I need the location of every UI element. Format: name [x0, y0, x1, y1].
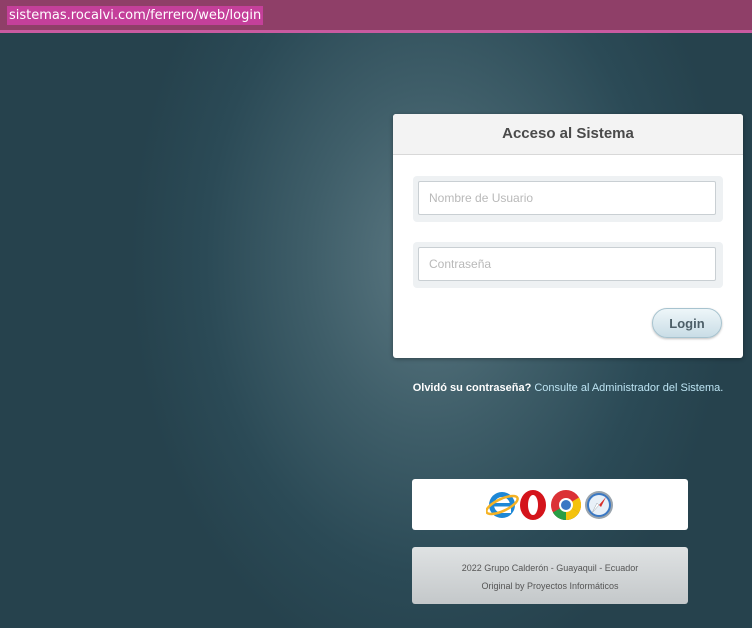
forgot-question: Olvidó su contraseña? [412, 382, 532, 394]
internet-explorer-icon [486, 492, 519, 518]
footer-credits: Original by Proyectos Informáticos [481, 581, 619, 591]
login-title: Acceso al Sistema [393, 114, 743, 155]
contact-admin-link[interactable]: Consulte al Administrador del Sistema. [534, 382, 723, 394]
url-text[interactable]: sistemas.rocalvi.com/ferrero/web/login [7, 6, 264, 25]
supported-browsers-panel [412, 479, 688, 530]
password-field-wrapper [413, 242, 723, 288]
password-input[interactable] [418, 247, 716, 281]
username-input[interactable] [418, 181, 716, 215]
footer-copyright: 2022 Grupo Calderón - Guayaquil - Ecuado… [461, 563, 639, 573]
address-bar[interactable]: sistemas.rocalvi.com/ferrero/web/login [0, 0, 752, 33]
login-button[interactable]: Login [652, 308, 722, 338]
footer-panel: 2022 Grupo Calderón - Guayaquil - Ecuado… [412, 547, 688, 604]
browser-icons [486, 490, 613, 521]
chrome-icon [551, 490, 582, 521]
username-field-wrapper [413, 176, 723, 222]
opera-icon [520, 490, 546, 520]
login-panel: Acceso al Sistema Login [393, 114, 743, 358]
forgot-password-text: Olvidó su contraseña? Consulte al Admini… [393, 382, 743, 394]
safari-icon [585, 491, 613, 519]
